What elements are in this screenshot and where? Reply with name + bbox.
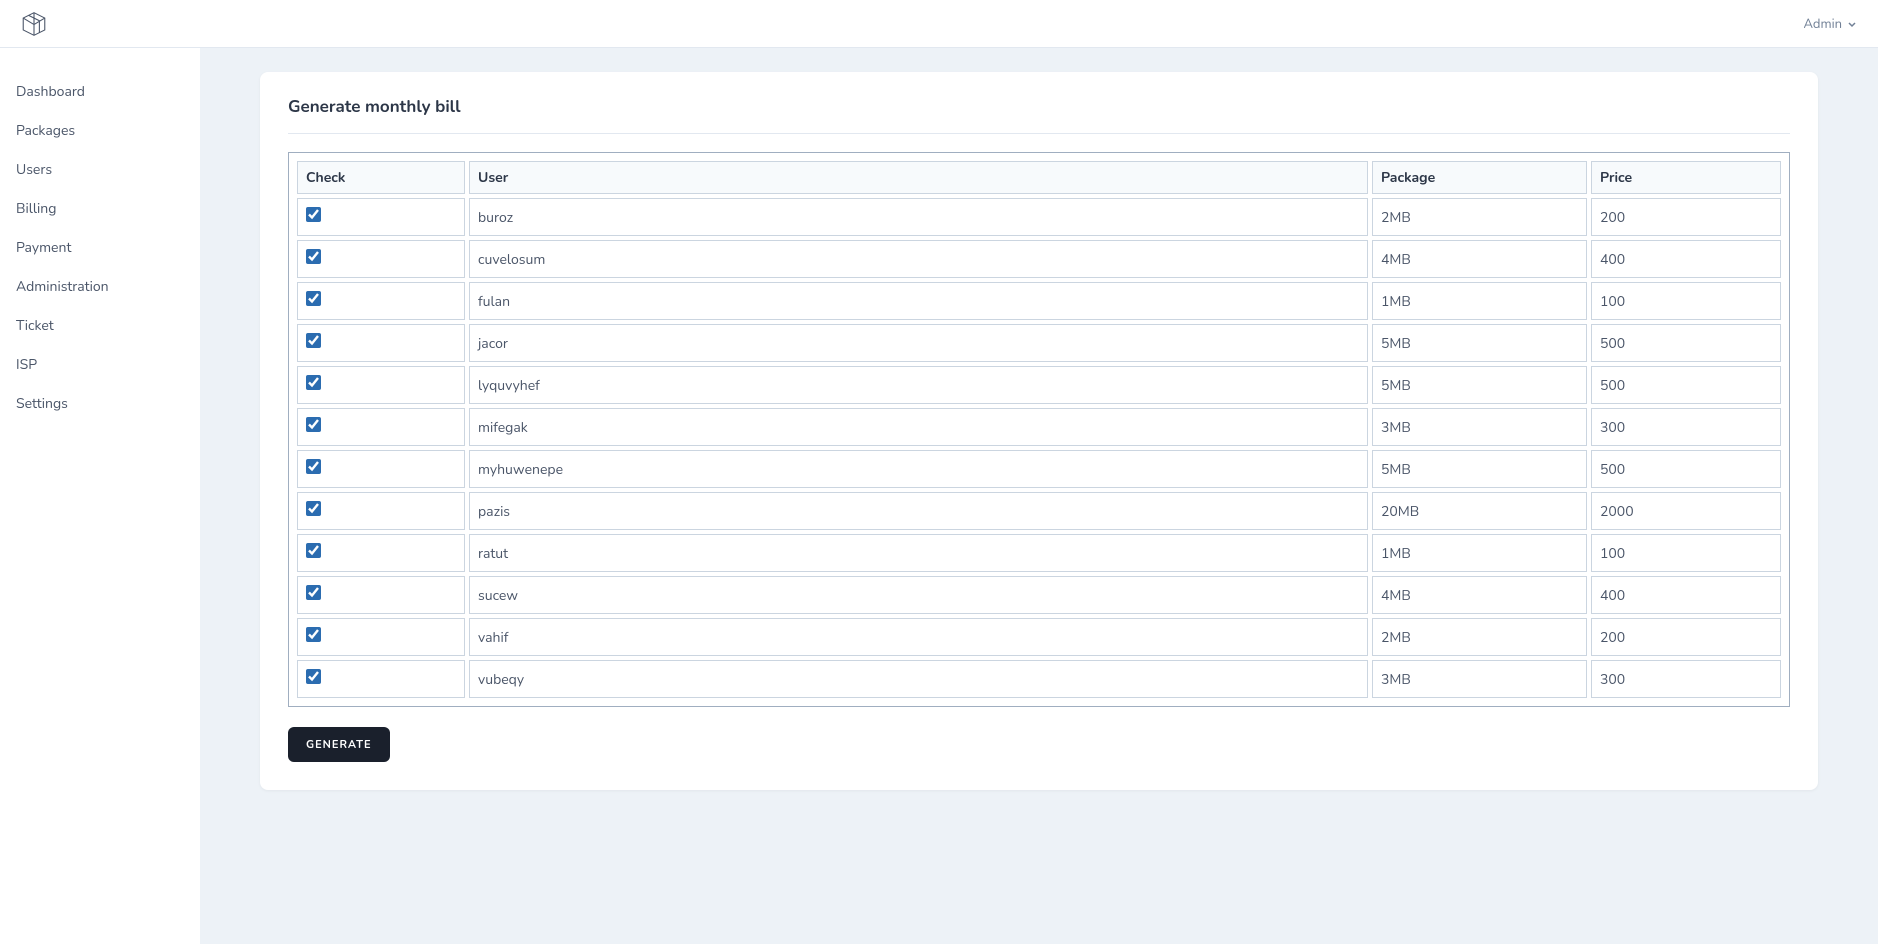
cell-check [297, 198, 465, 236]
cell-check [297, 450, 465, 488]
cell-price: 2000 [1591, 492, 1781, 530]
chevron-down-icon [1846, 18, 1858, 30]
cell-price: 400 [1591, 240, 1781, 278]
user-menu[interactable]: Admin [1803, 15, 1858, 33]
row-checkbox[interactable] [306, 375, 321, 390]
cell-price: 500 [1591, 324, 1781, 362]
table-row: ratut1MB100 [297, 534, 1781, 572]
sidebar-item-administration[interactable]: Administration [16, 267, 184, 306]
table-row: fulan1MB100 [297, 282, 1781, 320]
cell-package: 1MB [1372, 534, 1587, 572]
cell-check [297, 324, 465, 362]
cell-package: 5MB [1372, 450, 1587, 488]
cell-check [297, 240, 465, 278]
row-checkbox[interactable] [306, 669, 321, 684]
table-row: cuvelosum4MB400 [297, 240, 1781, 278]
cell-user: lyquvyhef [469, 366, 1368, 404]
page-title: Generate monthly bill [288, 96, 1790, 134]
cell-check [297, 366, 465, 404]
row-checkbox[interactable] [306, 291, 321, 306]
sidebar-item-dashboard[interactable]: Dashboard [16, 72, 184, 111]
logo [20, 10, 48, 38]
cell-check [297, 660, 465, 698]
table-row: pazis20MB2000 [297, 492, 1781, 530]
cell-user: buroz [469, 198, 1368, 236]
box-icon [20, 10, 48, 38]
cell-price: 500 [1591, 366, 1781, 404]
cell-price: 300 [1591, 408, 1781, 446]
cell-user: mifegak [469, 408, 1368, 446]
row-checkbox[interactable] [306, 585, 321, 600]
cell-user: myhuwenepe [469, 450, 1368, 488]
sidebar-item-payment[interactable]: Payment [16, 228, 184, 267]
table-row: vahif2MB200 [297, 618, 1781, 656]
table-row: lyquvyhef5MB500 [297, 366, 1781, 404]
cell-price: 200 [1591, 618, 1781, 656]
cell-check [297, 282, 465, 320]
header-price: Price [1591, 161, 1781, 194]
cell-price: 300 [1591, 660, 1781, 698]
table-wrapper: Check User Package Price buroz2MB200cuve… [288, 152, 1790, 707]
table-row: mifegak3MB300 [297, 408, 1781, 446]
cell-user: jacor [469, 324, 1368, 362]
generate-button[interactable]: Generate [288, 727, 390, 762]
row-checkbox[interactable] [306, 417, 321, 432]
cell-user: sucew [469, 576, 1368, 614]
cell-check [297, 492, 465, 530]
sidebar-item-ticket[interactable]: Ticket [16, 306, 184, 345]
cell-package: 4MB [1372, 240, 1587, 278]
cell-user: ratut [469, 534, 1368, 572]
bill-card: Generate monthly bill Check User Package [260, 72, 1818, 790]
table-header-row: Check User Package Price [297, 161, 1781, 194]
user-label: Admin [1803, 15, 1842, 33]
cell-user: fulan [469, 282, 1368, 320]
cell-check [297, 534, 465, 572]
cell-check [297, 618, 465, 656]
row-checkbox[interactable] [306, 501, 321, 516]
cell-price: 500 [1591, 450, 1781, 488]
cell-package: 1MB [1372, 282, 1587, 320]
cell-user: vahif [469, 618, 1368, 656]
sidebar-item-billing[interactable]: Billing [16, 189, 184, 228]
row-checkbox[interactable] [306, 459, 321, 474]
row-checkbox[interactable] [306, 333, 321, 348]
cell-price: 100 [1591, 534, 1781, 572]
cell-package: 4MB [1372, 576, 1587, 614]
sidebar-item-users[interactable]: Users [16, 150, 184, 189]
cell-package: 3MB [1372, 408, 1587, 446]
row-checkbox[interactable] [306, 207, 321, 222]
cell-package: 5MB [1372, 366, 1587, 404]
cell-package: 2MB [1372, 618, 1587, 656]
sidebar-item-isp[interactable]: ISP [16, 345, 184, 384]
table-row: sucew4MB400 [297, 576, 1781, 614]
table-row: buroz2MB200 [297, 198, 1781, 236]
row-checkbox[interactable] [306, 249, 321, 264]
sidebar-item-settings[interactable]: Settings [16, 384, 184, 423]
main-content: Generate monthly bill Check User Package [200, 48, 1878, 944]
header-package: Package [1372, 161, 1587, 194]
cell-user: vubeqy [469, 660, 1368, 698]
cell-package: 5MB [1372, 324, 1587, 362]
header-user: User [469, 161, 1368, 194]
cell-price: 200 [1591, 198, 1781, 236]
cell-price: 100 [1591, 282, 1781, 320]
cell-package: 3MB [1372, 660, 1587, 698]
cell-package: 2MB [1372, 198, 1587, 236]
table-row: myhuwenepe5MB500 [297, 450, 1781, 488]
cell-package: 20MB [1372, 492, 1587, 530]
row-checkbox[interactable] [306, 627, 321, 642]
cell-price: 400 [1591, 576, 1781, 614]
row-checkbox[interactable] [306, 543, 321, 558]
table-row: vubeqy3MB300 [297, 660, 1781, 698]
header-check: Check [297, 161, 465, 194]
bill-table: Check User Package Price buroz2MB200cuve… [293, 157, 1785, 702]
cell-check [297, 408, 465, 446]
cell-user: pazis [469, 492, 1368, 530]
cell-user: cuvelosum [469, 240, 1368, 278]
cell-check [297, 576, 465, 614]
table-row: jacor5MB500 [297, 324, 1781, 362]
sidebar: Dashboard Packages Users Billing Payment… [0, 48, 200, 944]
sidebar-item-packages[interactable]: Packages [16, 111, 184, 150]
topbar: Admin [0, 0, 1878, 48]
